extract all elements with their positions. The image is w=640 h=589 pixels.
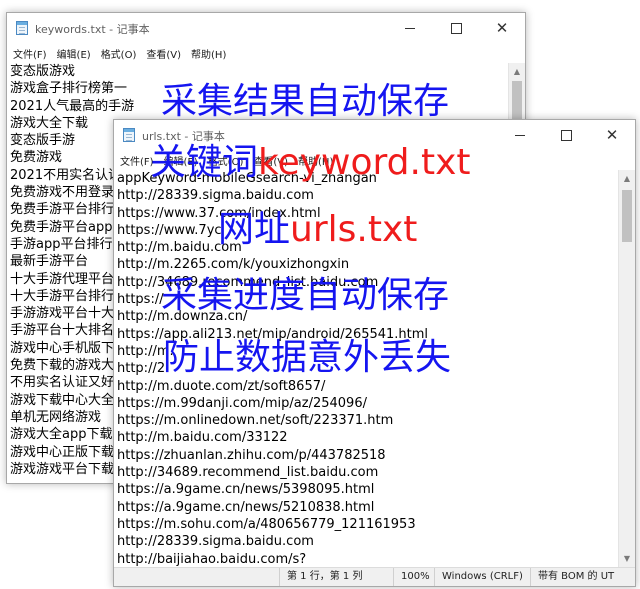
- status-zoom: 100%: [393, 568, 430, 586]
- scrollbar-thumb[interactable]: [622, 190, 632, 242]
- scroll-up-arrow[interactable]: ▲: [509, 63, 525, 80]
- maximize-button[interactable]: [543, 120, 589, 151]
- status-cursor-position: 第 1 行，第 1 列: [279, 568, 362, 586]
- menu-edit[interactable]: 编辑(E): [52, 46, 96, 61]
- overlay-keyword-label: 关键词: [150, 142, 259, 183]
- maximize-button[interactable]: [433, 13, 479, 44]
- overlay-line-prevent-data-loss: 防止数据意外丢失: [163, 337, 452, 378]
- overlay-line-auto-save-progress: 采集进度自动保存: [161, 275, 450, 316]
- status-bar: 第 1 行，第 1 列 100% Windows (CRLF) 带有 BOM 的…: [114, 567, 635, 586]
- status-line-ending: Windows (CRLF): [434, 568, 523, 586]
- window-title: keywords.txt - 记事本: [35, 23, 150, 36]
- close-button[interactable]: ✕: [479, 13, 525, 44]
- minimize-button[interactable]: [497, 120, 543, 151]
- text-line[interactable]: https://m.sohu.com/a/480656779_121161953: [114, 516, 618, 533]
- menu-bar: 文件(F) 编辑(E) 格式(O) 查看(V) 帮助(H): [7, 44, 525, 63]
- title-bar[interactable]: keywords.txt - 记事本 ✕: [7, 13, 525, 44]
- scroll-up-arrow[interactable]: ▲: [619, 170, 635, 187]
- scroll-down-arrow[interactable]: ▼: [619, 550, 635, 567]
- overlay-url-label: 网址: [218, 209, 291, 250]
- close-button[interactable]: ✕: [589, 120, 635, 151]
- close-icon: ✕: [605, 126, 619, 144]
- text-line[interactable]: https://a.9game.cn/news/5210838.html: [114, 499, 618, 516]
- menu-help[interactable]: 帮助(H): [186, 46, 231, 61]
- overlay-url-filename: urls.txt: [290, 209, 418, 250]
- status-encoding: 带有 BOM 的 UT: [530, 568, 614, 586]
- minimize-button[interactable]: [387, 13, 433, 44]
- menu-file[interactable]: 文件(F): [8, 46, 52, 61]
- text-line[interactable]: https://m.onlinedown.net/soft/223371.htm: [114, 412, 618, 429]
- menu-format[interactable]: 格式(O): [96, 46, 142, 61]
- overlay-line-auto-save-results: 采集结果自动保存: [161, 81, 450, 122]
- text-line[interactable]: http://m.duote.com/zt/soft8657/: [114, 378, 618, 395]
- text-line[interactable]: https://zhuanlan.zhihu.com/p/443782518: [114, 447, 618, 464]
- text-line[interactable]: http://28339.sigma.baidu.com: [114, 533, 618, 550]
- text-line[interactable]: http://baijiahao.baidu.com/s?: [114, 551, 618, 567]
- text-line[interactable]: http://m.baidu.com/33122: [114, 429, 618, 446]
- close-icon: ✕: [495, 19, 509, 37]
- text-line[interactable]: http://28339.sigma.baidu.com: [114, 187, 618, 204]
- text-line[interactable]: 变态版游戏: [7, 63, 508, 80]
- menu-view[interactable]: 查看(V): [141, 46, 186, 61]
- text-line[interactable]: https://a.9game.cn/news/5398095.html: [114, 481, 618, 498]
- notepad-icon: [16, 21, 28, 35]
- overlay-keyword-filename: keyword.txt: [258, 142, 471, 183]
- text-line[interactable]: http://m.2265.com/k/youxizhongxin: [114, 256, 618, 273]
- vertical-scrollbar[interactable]: ▲ ▼: [618, 170, 635, 567]
- text-line[interactable]: http://34689.recommend_list.baidu.com: [114, 464, 618, 481]
- overlay-line-url-file: 网址urls.txt: [218, 212, 417, 248]
- maximize-icon: [450, 23, 462, 34]
- minimize-icon: [515, 135, 525, 136]
- text-line[interactable]: https://m.99danji.com/mip/az/254096/: [114, 395, 618, 412]
- overlay-line-keyword-file: 关键词keyword.txt: [150, 145, 471, 181]
- notepad-icon: [123, 128, 135, 142]
- maximize-icon: [560, 130, 572, 141]
- minimize-icon: [405, 28, 415, 29]
